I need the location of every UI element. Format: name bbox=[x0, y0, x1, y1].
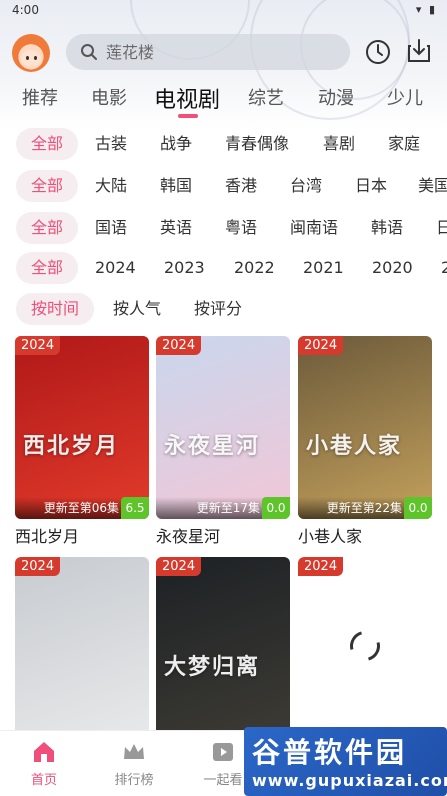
filter-chip[interactable]: 全部 bbox=[16, 128, 79, 160]
avatar-eye-right bbox=[34, 56, 37, 60]
poster-image[interactable]: 小巷人家 2024 更新至第22集 0.0 bbox=[298, 336, 432, 519]
video-card[interactable]: 永夜星河 2024 更新至17集 0.0 永夜星河 bbox=[156, 336, 290, 547]
tab-tv[interactable]: 电视剧 bbox=[154, 84, 220, 114]
loading-spinner-icon bbox=[344, 625, 386, 667]
year-badge: 2024 bbox=[298, 557, 344, 576]
status-icons: ▾ ▮ bbox=[415, 3, 437, 16]
poster-title-art: 西北岁月 bbox=[23, 433, 120, 459]
poster-title-art: 小巷人家 bbox=[306, 433, 403, 459]
avatar-eye-left bbox=[26, 56, 29, 60]
filter-chip[interactable]: 大陆 bbox=[95, 170, 127, 202]
watermark-url: www.gupuxiazai.com bbox=[252, 771, 447, 790]
crown-icon bbox=[124, 744, 144, 759]
score-badge: 0.0 bbox=[262, 497, 290, 519]
year-badge: 2024 bbox=[298, 336, 344, 355]
filter-chip[interactable]: 台湾 bbox=[290, 170, 322, 202]
history-icon[interactable] bbox=[365, 39, 391, 65]
filter-chip[interactable]: 日本 bbox=[355, 170, 387, 202]
video-card[interactable]: 2024 bbox=[298, 557, 432, 740]
poster-image[interactable]: 西北岁月 2024 更新至第06集 6.5 bbox=[15, 336, 149, 519]
download-icon[interactable] bbox=[405, 37, 433, 65]
poster-title-art: 永夜星河 bbox=[164, 433, 261, 459]
filter-chip[interactable]: 古装 bbox=[95, 128, 127, 160]
search-input[interactable] bbox=[106, 42, 326, 62]
avatar[interactable] bbox=[12, 34, 50, 72]
tab-kids[interactable]: 少儿 bbox=[387, 84, 423, 110]
filter-chip[interactable]: 战争 bbox=[160, 128, 192, 160]
status-time: 4:00 bbox=[12, 3, 39, 17]
status-bar: 4:00 ▾ ▮ bbox=[0, 0, 447, 20]
filter-chip[interactable]: 青春偶像 bbox=[225, 128, 289, 160]
filter-chip[interactable]: 全部 bbox=[16, 252, 79, 284]
filter-chip[interactable]: 日 bbox=[436, 212, 447, 244]
filter-chip[interactable]: 美国 bbox=[418, 170, 447, 202]
filter-chip[interactable]: 闽南语 bbox=[290, 212, 338, 244]
search-icon bbox=[80, 43, 98, 61]
filter-row-sort: 按时间 按人气 按评分 bbox=[0, 293, 447, 325]
top-bar bbox=[0, 32, 447, 72]
poster-image[interactable]: 2024 bbox=[15, 557, 149, 740]
search-bar[interactable] bbox=[66, 34, 350, 70]
watermark-logo: 谷普软件园 www.gupuxiazai.com bbox=[244, 727, 447, 796]
video-title: 小巷人家 bbox=[298, 527, 363, 546]
filter-chip[interactable]: 韩语 bbox=[371, 212, 403, 244]
filter-chip[interactable]: 韩国 bbox=[160, 170, 192, 202]
year-badge: 2024 bbox=[156, 557, 202, 576]
filter-row-genre: 全部 古装 战争 青春偶像 喜剧 家庭 bbox=[0, 128, 447, 160]
filter-row-year: 全部 2024 2023 2022 2021 2020 2 bbox=[0, 252, 447, 284]
video-title: 西北岁月 bbox=[15, 527, 80, 546]
tab-anime[interactable]: 动漫 bbox=[318, 84, 354, 110]
tab-recommend[interactable]: 推荐 bbox=[22, 84, 58, 110]
filter-chip[interactable]: 2024 bbox=[95, 252, 136, 284]
nav-ranking[interactable]: 排行榜 bbox=[99, 739, 169, 788]
poster-title-art: 大梦归离 bbox=[164, 654, 261, 680]
nav-home-label: 首页 bbox=[30, 773, 57, 788]
filter-chip[interactable]: 喜剧 bbox=[323, 128, 355, 160]
nav-ranking-label: 排行榜 bbox=[114, 773, 154, 788]
filter-chip[interactable]: 2023 bbox=[164, 252, 205, 284]
filter-chip[interactable]: 家庭 bbox=[388, 128, 420, 160]
video-card[interactable]: 大梦归离 2024 bbox=[156, 557, 290, 740]
tab-movie[interactable]: 电影 bbox=[91, 84, 127, 110]
video-card[interactable]: 西北岁月 2024 更新至第06集 6.5 西北岁月 bbox=[15, 336, 149, 547]
poster-image[interactable]: 大梦归离 2024 bbox=[156, 557, 290, 740]
sort-chip[interactable]: 按人气 bbox=[113, 293, 161, 325]
nav-watch-together-label: 一起看 bbox=[203, 773, 243, 788]
active-tab-indicator bbox=[178, 114, 198, 118]
filter-chip[interactable]: 全部 bbox=[16, 212, 79, 244]
filter-row-region: 全部 大陆 韩国 香港 台湾 日本 美国 bbox=[0, 170, 447, 202]
filter-chip[interactable]: 2022 bbox=[234, 252, 275, 284]
sort-chip[interactable]: 按时间 bbox=[16, 293, 95, 325]
year-badge: 2024 bbox=[15, 336, 61, 355]
video-card[interactable]: 2024 bbox=[15, 557, 149, 740]
filter-chip[interactable]: 2 bbox=[441, 252, 447, 284]
year-badge: 2024 bbox=[156, 336, 202, 355]
tab-variety[interactable]: 综艺 bbox=[248, 84, 284, 110]
filter-chip[interactable]: 2021 bbox=[303, 252, 344, 284]
filter-chip[interactable]: 粤语 bbox=[225, 212, 257, 244]
filter-chip[interactable]: 国语 bbox=[95, 212, 127, 244]
filter-row-language: 全部 国语 英语 粤语 闽南语 韩语 日 bbox=[0, 212, 447, 244]
home-icon bbox=[34, 742, 54, 762]
avatar-face bbox=[21, 50, 41, 66]
score-badge: 0.0 bbox=[404, 497, 432, 519]
video-title: 永夜星河 bbox=[156, 527, 221, 546]
nav-home[interactable]: 首页 bbox=[9, 739, 79, 788]
filter-chip[interactable]: 2020 bbox=[372, 252, 413, 284]
category-tabs: 推荐 电影 电视剧 综艺 动漫 少儿 bbox=[0, 84, 447, 120]
sort-chip[interactable]: 按评分 bbox=[194, 293, 242, 325]
score-badge: 6.5 bbox=[121, 497, 149, 519]
play-icon bbox=[213, 743, 233, 761]
poster-image[interactable]: 2024 bbox=[298, 557, 432, 740]
filter-chip[interactable]: 全部 bbox=[16, 170, 79, 202]
filter-chip[interactable]: 香港 bbox=[225, 170, 257, 202]
filter-chip[interactable]: 英语 bbox=[160, 212, 192, 244]
watermark-title: 谷普软件园 bbox=[252, 736, 408, 769]
video-card[interactable]: 小巷人家 2024 更新至第22集 0.0 小巷人家 bbox=[298, 336, 432, 547]
year-badge: 2024 bbox=[15, 557, 61, 576]
poster-image[interactable]: 永夜星河 2024 更新至17集 0.0 bbox=[156, 336, 290, 519]
